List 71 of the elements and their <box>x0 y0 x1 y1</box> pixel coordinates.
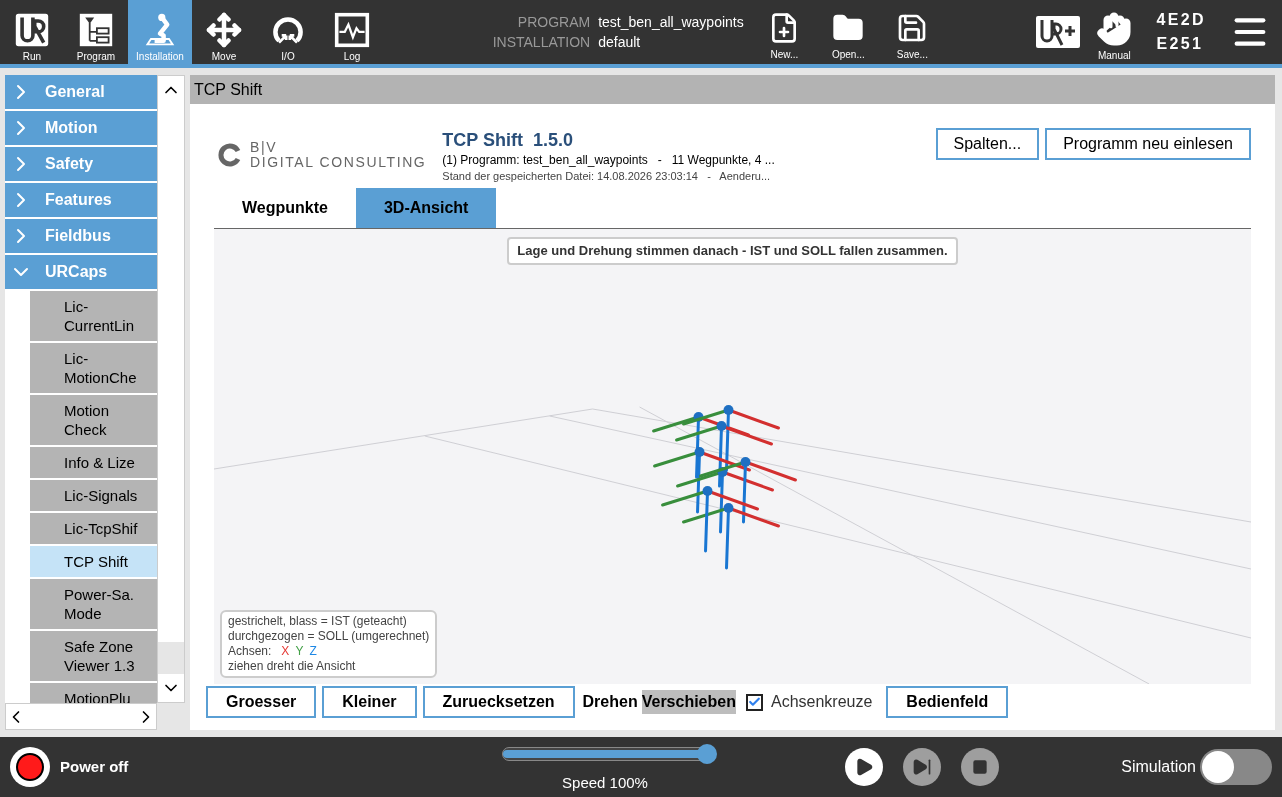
legend-line: ziehen dreht die Ansicht <box>228 659 357 674</box>
nav-tab[interactable]: I/O <box>256 0 320 64</box>
nav-tab[interactable]: Program <box>64 0 128 64</box>
axes-label: Achsen: <box>228 644 272 659</box>
simulation-label: Simulation <box>1121 757 1196 777</box>
urcap-item[interactable]: Motion Check <box>30 395 157 445</box>
axes-checkbox[interactable] <box>745 693 763 711</box>
legend-line: gestrichelt, blass = IST (geteacht) <box>228 614 408 629</box>
logo-subtitle: DIGITAL CONSULTING <box>250 155 427 170</box>
view-button[interactable]: Zuruecksetzen <box>422 686 575 718</box>
urcap-item[interactable]: Lic- CurrentLin <box>30 291 157 341</box>
program-name: test_ben_all_waypoints <box>598 13 744 32</box>
action-button[interactable]: Programm neu einlesen <box>1045 128 1251 160</box>
logo-plus-icon <box>1036 16 1081 48</box>
urcap-item[interactable]: TCP Shift <box>30 546 157 577</box>
mode-option[interactable]: Drehen <box>582 690 638 714</box>
tree-icon <box>78 12 114 48</box>
panel-title: TCP Shift <box>194 79 263 100</box>
serial-code: 4E2D <box>1156 10 1206 30</box>
power-button[interactable] <box>10 747 50 787</box>
play-icon <box>854 757 874 777</box>
panel-button[interactable]: Bedienfeld <box>886 686 1009 718</box>
action-button[interactable]: Spalten... <box>935 128 1040 160</box>
power-label: Power off <box>60 756 130 777</box>
urcap-item[interactable]: Power-Sa. Mode <box>30 579 157 629</box>
chart-window-icon <box>334 12 370 48</box>
program-label: PROGRAM <box>516 13 591 32</box>
urcap-item[interactable]: Safe Zone Viewer 1.3 <box>30 631 157 681</box>
view-button[interactable]: Groesser <box>206 686 317 718</box>
installation-label: INSTALLATION <box>492 33 591 52</box>
horizontal-scrollbar[interactable] <box>5 703 157 730</box>
checkbox-label: Achsenkreuze <box>770 692 873 712</box>
nav-tab[interactable]: Move <box>192 0 256 64</box>
plugin-title: TCP Shift 1.5.0 <box>442 129 575 152</box>
file-button[interactable]: Save... <box>884 12 941 64</box>
view-button[interactable]: Kleiner <box>322 686 417 718</box>
mode-button[interactable]: Manual <box>1092 3 1137 61</box>
mode-option[interactable]: Verschieben <box>641 690 736 714</box>
logo-icon <box>14 12 50 48</box>
move-arrows-icon <box>206 12 242 48</box>
serial-code: E251 <box>1156 34 1205 54</box>
view-tab[interactable]: Wegpunkte <box>214 188 356 228</box>
logo-title: B|V <box>250 140 279 155</box>
urcap-item[interactable]: Lic-Signals <box>30 480 157 511</box>
playback-button[interactable] <box>845 748 883 786</box>
power-indicator-icon <box>16 753 44 781</box>
speed-label: Speed 100% <box>562 772 648 793</box>
axis-label: Y <box>295 644 304 659</box>
axis-label: Z <box>309 644 317 659</box>
urcap-item[interactable]: Lic- MotionChe <box>30 343 157 393</box>
file-button[interactable]: New... <box>756 12 813 64</box>
nav-tab[interactable]: Run <box>0 0 64 64</box>
hint-label: Lage und Drehung stimmen danach - IST und SOLL fallen zusammen. <box>507 237 958 265</box>
installation-name: default <box>598 33 642 52</box>
scroll-thumb[interactable] <box>158 642 184 674</box>
urcap-item[interactable]: Lic-TcpShif <box>30 513 157 544</box>
slider-thumb[interactable] <box>697 743 717 764</box>
3d-view[interactable]: Lage und Drehung stimmen danach - IST und SOLL fallen zusammen. gestrichelt, blass = IST (geteacht) durchgezogen = SOLL (umgerechnet) Achsen: X Y Z ziehen dreht die Ansicht <box>214 229 1251 684</box>
urcap-item[interactable]: Info & Lize <box>30 447 157 478</box>
view-tab[interactable]: 3D-Ansicht <box>355 188 497 228</box>
program-info: (1) Programm: test_ben_all_waypoints - 11 Wegpunkte, 4 ... <box>442 152 775 168</box>
step-forward-icon <box>912 757 932 777</box>
legend-line: durchgezogen = SOLL (umgerechnet) <box>228 629 430 644</box>
file-info: Stand der gespeicherten Datei: 14.08.2026 23:03:14 - Aenderu... <box>442 169 772 184</box>
logo-ring-icon <box>218 143 242 167</box>
file-button[interactable]: Open... <box>820 12 877 64</box>
axis-label: X <box>281 644 290 659</box>
nav-tab[interactable]: Log <box>320 0 384 64</box>
stop-icon <box>972 759 988 775</box>
vertical-scrollbar[interactable] <box>157 75 185 703</box>
simulation-toggle[interactable] <box>1200 749 1272 785</box>
